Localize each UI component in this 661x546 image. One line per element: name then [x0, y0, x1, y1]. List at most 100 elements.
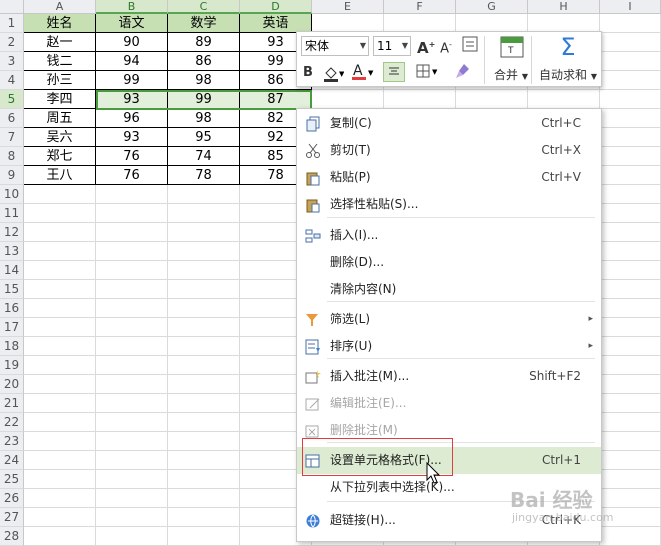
cell-b25[interactable]	[96, 470, 168, 489]
cell-i28[interactable]	[600, 527, 661, 546]
cell-a11[interactable]	[24, 204, 96, 223]
cell-a19[interactable]	[24, 356, 96, 375]
cell-a15[interactable]	[24, 280, 96, 299]
cell-a8[interactable]: 郑七	[24, 147, 96, 166]
row-header-1[interactable]: 1	[0, 14, 24, 33]
cell-i13[interactable]	[600, 242, 661, 261]
cell-a6[interactable]: 周五	[24, 109, 96, 128]
cell-b12[interactable]	[96, 223, 168, 242]
cell-i6[interactable]	[600, 109, 661, 128]
cell-c28[interactable]	[168, 527, 240, 546]
row-header-22[interactable]: 22	[0, 413, 24, 432]
cell-b8[interactable]: 76	[96, 147, 168, 166]
column-header-a[interactable]: A	[24, 0, 96, 14]
cell-i20[interactable]	[600, 375, 661, 394]
font-color-icon[interactable]: A ▼	[351, 62, 375, 88]
row-header-6[interactable]: 6	[0, 109, 24, 128]
row-header-12[interactable]: 12	[0, 223, 24, 242]
cell-i18[interactable]	[600, 337, 661, 356]
cell-a1[interactable]: 姓名	[24, 14, 96, 33]
cell-b26[interactable]	[96, 489, 168, 508]
cell-i23[interactable]	[600, 432, 661, 451]
cell-c11[interactable]	[168, 204, 240, 223]
cell-i1[interactable]	[600, 14, 661, 33]
row-header-14[interactable]: 14	[0, 261, 24, 280]
row-header-28[interactable]: 28	[0, 527, 24, 546]
column-header-g[interactable]: G	[456, 0, 528, 14]
cell-b23[interactable]	[96, 432, 168, 451]
column-header-i[interactable]: I	[600, 0, 661, 14]
cell-b24[interactable]	[96, 451, 168, 470]
cell-b11[interactable]	[96, 204, 168, 223]
cell-b1[interactable]: 语文	[96, 14, 168, 33]
cell-i11[interactable]	[600, 204, 661, 223]
cell-b14[interactable]	[96, 261, 168, 280]
row-header-5[interactable]: 5	[0, 90, 24, 109]
cell-h5[interactable]	[528, 90, 600, 109]
cell-i3[interactable]	[600, 52, 661, 71]
cell-b16[interactable]	[96, 299, 168, 318]
cell-b18[interactable]	[96, 337, 168, 356]
cell-b9[interactable]: 76	[96, 166, 168, 185]
merge-icon[interactable]: T	[497, 36, 527, 64]
cell-b17[interactable]	[96, 318, 168, 337]
row-header-4[interactable]: 4	[0, 71, 24, 90]
cell-c2[interactable]: 89	[168, 33, 240, 52]
cell-b2[interactable]: 90	[96, 33, 168, 52]
cell-b22[interactable]	[96, 413, 168, 432]
cell-c13[interactable]	[168, 242, 240, 261]
row-header-2[interactable]: 2	[0, 33, 24, 52]
cell-i12[interactable]	[600, 223, 661, 242]
sigma-icon[interactable]: Σ	[555, 34, 581, 60]
cell-i7[interactable]	[600, 128, 661, 147]
cell-a5[interactable]: 李四	[24, 90, 96, 109]
row-header-7[interactable]: 7	[0, 128, 24, 147]
cell-e5[interactable]	[312, 90, 384, 109]
cell-i10[interactable]	[600, 185, 661, 204]
cell-a4[interactable]: 孙三	[24, 71, 96, 90]
cell-b6[interactable]: 96	[96, 109, 168, 128]
cell-i2[interactable]	[600, 33, 661, 52]
row-header-24[interactable]: 24	[0, 451, 24, 470]
fill-color-icon[interactable]: ▼	[321, 64, 345, 88]
cell-c6[interactable]: 98	[168, 109, 240, 128]
row-header-21[interactable]: 21	[0, 394, 24, 413]
row-header-15[interactable]: 15	[0, 280, 24, 299]
cell-b20[interactable]	[96, 375, 168, 394]
cell-b10[interactable]	[96, 185, 168, 204]
row-header-19[interactable]: 19	[0, 356, 24, 375]
cell-i14[interactable]	[600, 261, 661, 280]
cell-c14[interactable]	[168, 261, 240, 280]
menu-item-format-cells[interactable]: 设置单元格格式(F)... Ctrl+1	[297, 447, 601, 474]
cell-a3[interactable]: 钱二	[24, 52, 96, 71]
cell-i25[interactable]	[600, 470, 661, 489]
merge-button[interactable]: 合并 ▼	[494, 66, 528, 83]
cell-c22[interactable]	[168, 413, 240, 432]
cell-c9[interactable]: 78	[168, 166, 240, 185]
font-size-select[interactable]: 11 ▼	[373, 36, 411, 56]
column-header-b[interactable]: B	[96, 0, 168, 14]
menu-item-filter[interactable]: 筛选(L) ▸	[297, 306, 601, 333]
cell-b13[interactable]	[96, 242, 168, 261]
cell-i4[interactable]	[600, 71, 661, 90]
menu-item-scissors[interactable]: 剪切(T) Ctrl+X	[297, 137, 601, 164]
cell-a27[interactable]	[24, 508, 96, 527]
cell-c26[interactable]	[168, 489, 240, 508]
cell-c27[interactable]	[168, 508, 240, 527]
format-painter-icon[interactable]	[453, 62, 473, 86]
row-header-20[interactable]: 20	[0, 375, 24, 394]
autosum-button[interactable]: 自动求和 ▼	[539, 66, 597, 83]
cell-c23[interactable]	[168, 432, 240, 451]
cell-c19[interactable]	[168, 356, 240, 375]
cell-b21[interactable]	[96, 394, 168, 413]
row-header-26[interactable]: 26	[0, 489, 24, 508]
cell-c1[interactable]: 数学	[168, 14, 240, 33]
cell-i21[interactable]	[600, 394, 661, 413]
decrease-font-icon[interactable]: A-	[437, 36, 455, 58]
borders-icon[interactable]: ▼	[415, 62, 441, 86]
cell-c8[interactable]: 74	[168, 147, 240, 166]
cell-c15[interactable]	[168, 280, 240, 299]
select-all-corner[interactable]	[0, 0, 24, 14]
bold-icon[interactable]: B	[301, 64, 315, 82]
column-header-e[interactable]: E	[312, 0, 384, 14]
